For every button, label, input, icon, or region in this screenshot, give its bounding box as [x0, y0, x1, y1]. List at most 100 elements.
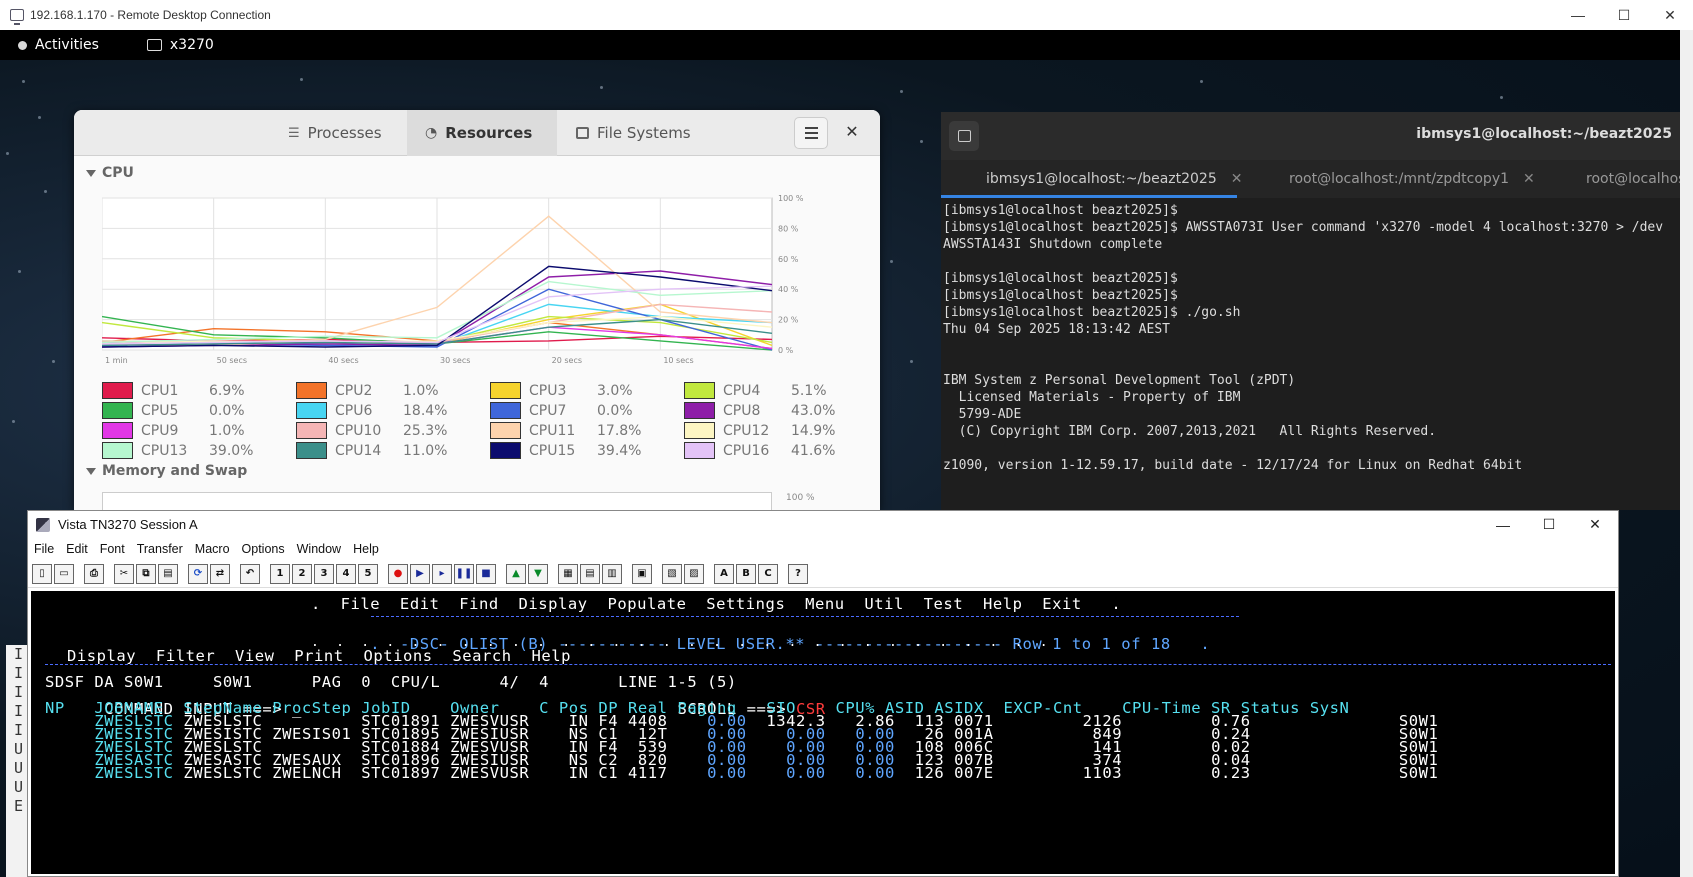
page-down-icon[interactable]: ▼ — [528, 563, 548, 584]
color-swatch[interactable] — [684, 382, 715, 399]
terminal-tab-3[interactable]: root@localhos — [1586, 160, 1680, 198]
paste-icon[interactable]: ▤ — [158, 563, 178, 584]
close-button[interactable]: ✕ — [1647, 0, 1693, 30]
menu-window[interactable]: Window — [297, 542, 348, 556]
stop-icon[interactable]: ■ — [476, 563, 496, 584]
color-swatch[interactable] — [102, 382, 133, 399]
vista-minimize-button[interactable]: — — [1480, 511, 1526, 538]
copy-icon[interactable]: ⧉ — [136, 563, 156, 584]
session-3-icon[interactable]: 3 — [314, 563, 334, 584]
color-swatch[interactable] — [490, 442, 521, 459]
tool-1-icon[interactable]: ▦ — [558, 563, 578, 584]
tool-3-icon[interactable]: ▥ — [602, 563, 622, 584]
memory-section-toggle[interactable]: Memory and Swap — [86, 463, 247, 479]
menu-file[interactable]: File — [34, 542, 61, 556]
new-tab-button[interactable] — [949, 121, 979, 151]
session-1-icon[interactable]: 1 — [270, 563, 290, 584]
color-swatch[interactable] — [490, 422, 521, 439]
new-icon[interactable]: ▯ — [32, 563, 52, 584]
terminal-tab-1[interactable]: ibmsys1@localhost:~/beazt2025 ✕ — [986, 160, 1242, 198]
cpu-legend-item[interactable]: CPU8 43.0% — [684, 402, 835, 419]
menu-transfer[interactable]: Transfer — [137, 542, 190, 556]
tool-4-icon[interactable]: ▣ — [632, 563, 652, 584]
cell-jobname[interactable]: ZWESLSTC — [94, 764, 183, 782]
np-cell[interactable] — [45, 764, 94, 782]
cpu-section-toggle[interactable]: CPU — [86, 165, 134, 181]
tab-resources[interactable]: ◔ Resources — [407, 110, 557, 156]
vista-close-button[interactable]: ✕ — [1572, 511, 1618, 538]
color-swatch[interactable] — [490, 402, 521, 419]
cpu-legend-item[interactable]: CPU11 17.8% — [490, 422, 641, 439]
vista-maximize-button[interactable]: ☐ — [1526, 511, 1572, 538]
session-5-icon[interactable]: 5 — [358, 563, 378, 584]
refresh-icon[interactable]: ⟳ — [188, 563, 208, 584]
pause-icon[interactable]: ❚❚ — [454, 563, 474, 584]
close-tab-icon[interactable]: ✕ — [1523, 171, 1535, 187]
tool-6-icon[interactable]: ▨ — [684, 563, 704, 584]
color-swatch[interactable] — [490, 382, 521, 399]
page-up-icon[interactable]: ▲ — [506, 563, 526, 584]
cpu-legend-item[interactable]: CPU5 0.0% — [102, 402, 245, 419]
menu-font[interactable]: Font — [100, 542, 132, 556]
cpu-legend-item[interactable]: CPU2 1.0% — [296, 382, 439, 399]
color-swatch[interactable] — [102, 422, 133, 439]
color-swatch[interactable] — [684, 442, 715, 459]
color-swatch[interactable] — [296, 422, 327, 439]
play-icon[interactable]: ▶ — [410, 563, 430, 584]
session-2-icon[interactable]: 2 — [292, 563, 312, 584]
cpu-legend-item[interactable]: CPU6 18.4% — [296, 402, 447, 419]
session-4-icon[interactable]: 4 — [336, 563, 356, 584]
step-icon[interactable]: ▸ — [432, 563, 452, 584]
cpu-legend-item[interactable]: CPU4 5.1% — [684, 382, 827, 399]
menu-macro[interactable]: Macro — [195, 542, 237, 556]
color-swatch[interactable] — [102, 442, 133, 459]
cpu-legend-item[interactable]: CPU14 11.0% — [296, 442, 447, 459]
cut-icon[interactable]: ✂ — [114, 563, 134, 584]
color-swatch[interactable] — [296, 382, 327, 399]
cpu-legend-item[interactable]: CPU10 25.3% — [296, 422, 447, 439]
cpu-legend-item[interactable]: CPU3 3.0% — [490, 382, 633, 399]
tool-2-icon[interactable]: ▤ — [580, 563, 600, 584]
cpu-legend-item[interactable]: CPU1 6.9% — [102, 382, 245, 399]
activities-button[interactable]: Activities — [18, 37, 99, 53]
keypad-b-icon[interactable]: B — [736, 563, 756, 584]
hamburger-menu-button[interactable] — [794, 117, 828, 149]
cpu-legend-item[interactable]: CPU15 39.4% — [490, 442, 641, 459]
terminal-output[interactable]: [ibmsys1@localhost beazt2025]$ [ibmsys1@l… — [941, 198, 1680, 474]
tn3270-screen[interactable]: . File Edit Find Display Populate Settin… — [31, 591, 1615, 874]
keypad-c-icon[interactable]: C — [758, 563, 778, 584]
tab-file-systems[interactable]: File Systems — [558, 110, 709, 156]
terminal-tab-2[interactable]: root@localhost:/mnt/zpdtcopy1 ✕ — [1289, 160, 1535, 198]
tool-5-icon[interactable]: ▧ — [662, 563, 682, 584]
swap-icon[interactable]: ⇄ — [210, 563, 230, 584]
menu-help[interactable]: Help — [353, 542, 386, 556]
cpu-legend-item[interactable]: CPU16 41.6% — [684, 442, 835, 459]
color-swatch[interactable] — [296, 442, 327, 459]
color-swatch[interactable] — [684, 402, 715, 419]
sdsf-action-bar[interactable]: Display Filter View Print Options Search… — [67, 648, 571, 664]
ispf-action-bar[interactable]: . File Edit Find Display Populate Settin… — [311, 596, 1121, 612]
table-row[interactable]: ZWESLSTC ZWESLSTC ZWELNCH STC01897 ZWESV… — [45, 764, 1438, 782]
color-swatch[interactable] — [684, 422, 715, 439]
app-menu[interactable]: x3270 — [146, 37, 214, 53]
color-swatch[interactable] — [296, 402, 327, 419]
tab-processes[interactable]: ☰ Processes — [270, 110, 400, 156]
color-swatch[interactable] — [102, 402, 133, 419]
menu-options[interactable]: Options — [242, 542, 292, 556]
cpu-legend-item[interactable]: CPU13 39.0% — [102, 442, 253, 459]
minimize-button[interactable]: — — [1555, 0, 1601, 30]
record-icon[interactable]: ● — [388, 563, 408, 584]
cpu-legend-item[interactable]: CPU9 1.0% — [102, 422, 245, 439]
cpu-legend-item[interactable]: CPU7 0.0% — [490, 402, 633, 419]
close-window-button[interactable]: ✕ — [842, 122, 862, 142]
keypad-a-icon[interactable]: A — [714, 563, 734, 584]
maximize-button[interactable]: ☐ — [1601, 0, 1647, 30]
help-icon[interactable]: ? — [788, 563, 808, 584]
open-icon[interactable]: ▭ — [54, 563, 74, 584]
rdp-scrollbar[interactable] — [1680, 30, 1693, 877]
undo-icon[interactable]: ↶ — [240, 563, 260, 584]
cpu-legend-item[interactable]: CPU12 14.9% — [684, 422, 835, 439]
menu-edit[interactable]: Edit — [66, 542, 95, 556]
close-tab-icon[interactable]: ✕ — [1231, 171, 1243, 187]
print-icon[interactable]: ⎙ — [84, 563, 104, 584]
